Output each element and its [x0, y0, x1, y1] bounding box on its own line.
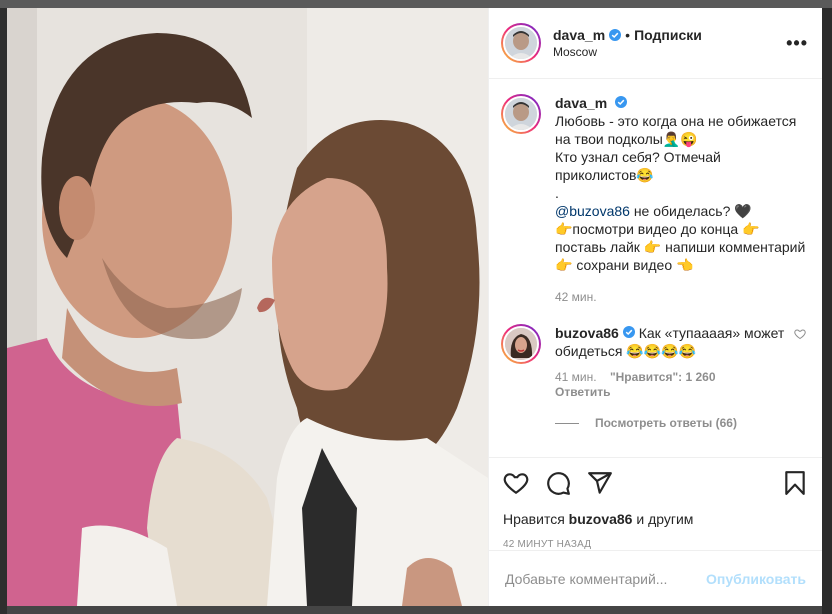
verified-badge-icon — [622, 326, 635, 338]
comment-icon[interactable] — [545, 470, 571, 496]
verified-badge-icon — [609, 29, 622, 41]
caption-avatar[interactable] — [501, 94, 541, 134]
share-icon[interactable] — [587, 470, 613, 496]
caption: dava_m Любовь - это когда она не обижает… — [501, 94, 806, 306]
post-modal: dava_m • Подписки Moscow ••• dava_m Любо… — [7, 8, 822, 606]
post-media[interactable] — [7, 8, 488, 606]
author-avatar[interactable] — [501, 23, 541, 63]
commenter-avatar[interactable] — [501, 324, 541, 364]
publish-button[interactable]: Опубликовать — [706, 571, 806, 587]
heart-icon[interactable] — [503, 470, 529, 496]
following-button[interactable]: Подписки — [634, 27, 702, 43]
bookmark-icon[interactable] — [782, 470, 808, 496]
post-side-panel: dava_m • Подписки Moscow ••• dava_m Любо… — [488, 8, 822, 606]
comments-list[interactable]: dava_m Любовь - это когда она не обижает… — [489, 80, 822, 457]
post-timestamp[interactable]: 42 МИНУТ НАЗАД — [503, 539, 808, 550]
caption-time[interactable]: 42 мин. — [555, 288, 806, 306]
comment-time[interactable]: 41 мин. — [555, 370, 597, 384]
view-replies-button[interactable]: Посмотреть ответы (66) — [555, 416, 806, 430]
more-options-button[interactable]: ••• — [786, 33, 808, 54]
author-username[interactable]: dava_m — [553, 27, 605, 43]
verified-badge-icon — [615, 96, 628, 108]
view-replies-label: Посмотреть ответы (66) — [595, 416, 737, 430]
backdrop-left-edge — [0, 8, 7, 614]
reply-button[interactable]: Ответить — [555, 385, 610, 399]
comment-item: buzova86 Как «тупаааая» может обидеться … — [501, 324, 806, 400]
comment-like-heart-icon[interactable] — [794, 328, 806, 340]
post-header: dava_m • Подписки Moscow ••• — [489, 8, 822, 79]
post-location[interactable]: Moscow — [553, 45, 786, 59]
separator-dot: • — [625, 27, 631, 43]
likes-summary[interactable]: Нравится buzova86 и другим — [503, 511, 808, 527]
replies-line — [555, 422, 579, 424]
add-comment-bar: Опубликовать — [489, 550, 822, 606]
comment-likes-count[interactable]: "Нравится": 1 260 — [610, 370, 716, 384]
comment-input[interactable] — [505, 570, 707, 587]
caption-username[interactable]: dava_m — [555, 95, 607, 111]
caption-text: Любовь - это когда она не обижается на т… — [555, 113, 797, 201]
post-photo — [7, 8, 488, 606]
caption-mention[interactable]: @buzova86 — [555, 203, 630, 219]
backdrop-right-edge — [822, 8, 832, 614]
likes-suffix: и другим — [636, 511, 694, 527]
post-actions: Нравится buzova86 и другим 42 МИНУТ НАЗА… — [489, 457, 822, 550]
commenter-username[interactable]: buzova86 — [555, 325, 619, 341]
likes-prefix: Нравится — [503, 511, 565, 527]
backdrop-strip — [0, 0, 832, 8]
likes-user[interactable]: buzova86 — [569, 511, 633, 527]
